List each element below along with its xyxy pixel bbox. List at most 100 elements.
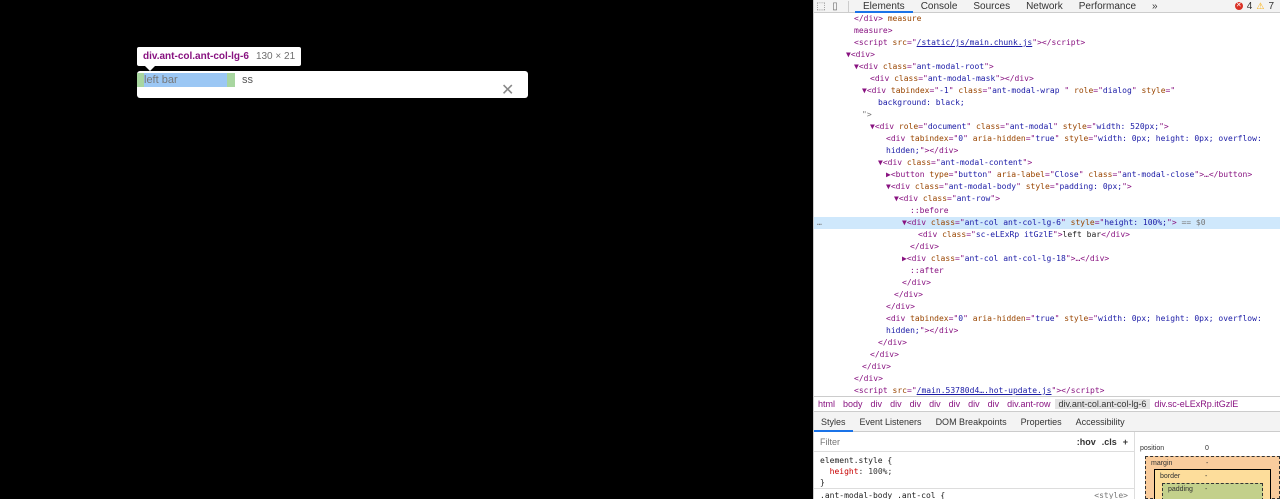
dom-node[interactable]: ::before <box>814 205 1280 217</box>
dom-node[interactable]: </div> <box>814 361 1280 373</box>
more-tabs-button[interactable]: » <box>1144 0 1166 13</box>
filter-options: :hov .cls + <box>1077 437 1128 447</box>
dom-node[interactable]: ▼<div tabindex="-1" class="ant-modal-wra… <box>814 85 1280 97</box>
tab-elements[interactable]: Elements <box>855 0 913 13</box>
dom-node-selected[interactable]: … ▼<div class="ant-col ant-col-lg-6" styl… <box>814 217 1280 229</box>
styles-filter-bar: :hov .cls + <box>814 432 1134 452</box>
tooltip-size: 130 × 21 <box>255 51 296 62</box>
dom-node[interactable]: <script src="/main.53780d4….hot-update.j… <box>814 385 1280 396</box>
inspect-element-icon[interactable]: ⬚ <box>814 0 828 13</box>
tab-styles[interactable]: Styles <box>814 412 853 432</box>
dom-node[interactable]: ▼<div> <box>814 49 1280 61</box>
hov-toggle[interactable]: :hov <box>1077 437 1096 447</box>
dom-node[interactable]: </div> <box>814 337 1280 349</box>
breadcrumb: html body div div div div div div div div.ant-row… <box>814 396 1280 412</box>
warning-count: 7 <box>1268 0 1274 12</box>
tab-properties[interactable]: Properties <box>1014 412 1069 432</box>
add-rule-button[interactable]: + <box>1123 437 1128 447</box>
tab-network[interactable]: Network <box>1018 0 1071 13</box>
dom-node[interactable]: ▼<div role="document" class="ant-modal" … <box>814 121 1280 133</box>
element-style-rule: element.style { height: 100%; } <box>814 452 1134 488</box>
node-menu-icon[interactable]: … <box>817 217 822 229</box>
breadcrumb-item[interactable]: div.ant-col.ant-col-lg-6 <box>1054 399 1151 409</box>
dom-node[interactable]: measure> <box>814 25 1280 37</box>
dom-node[interactable]: </div> <box>814 277 1280 289</box>
dom-node[interactable]: "> <box>814 109 1280 121</box>
styles-pane: :hov .cls + element.style { height: 100%… <box>814 432 1134 499</box>
dom-node[interactable]: ▶<div class="ant-col ant-col-lg-18">…</d… <box>814 253 1280 265</box>
border-label: border <box>1160 473 1181 480</box>
close-icon[interactable]: ✕ <box>501 83 514 99</box>
issue-badges[interactable]: ✕ 4 ⚠ 7 <box>1234 0 1280 12</box>
highlight-padding-left <box>137 73 144 87</box>
breadcrumb-item[interactable]: body <box>839 399 867 409</box>
styles-filter-input[interactable] <box>820 436 1040 447</box>
element-style-close: } <box>820 478 825 487</box>
dom-node[interactable]: ▶<button type="button" aria-label="Close… <box>814 169 1280 181</box>
dom-node[interactable]: <div class="sc-eLExRp itGzlE">left bar</… <box>814 229 1280 241</box>
dom-node[interactable]: </div> measure <box>814 13 1280 25</box>
dom-node[interactable]: <div tabindex="0" aria-hidden="true" sty… <box>814 133 1280 145</box>
page-viewport: div.ant-col.ant-col-lg-6 130 × 21 left b… <box>0 0 813 499</box>
margin-box: margin - border - padding - <box>1145 456 1280 499</box>
right-col-text: ss <box>242 74 253 86</box>
dom-node[interactable]: </div> <box>814 349 1280 361</box>
breadcrumb-item[interactable]: div <box>886 399 906 409</box>
dom-node[interactable]: </div> <box>814 289 1280 301</box>
dom-node[interactable]: <script src="/static/js/main.chunk.js"><… <box>814 37 1280 49</box>
dom-node[interactable]: ▼<div class="ant-row"> <box>814 193 1280 205</box>
margin-value[interactable]: - <box>1206 460 1208 467</box>
tab-accessibility[interactable]: Accessibility <box>1069 412 1132 432</box>
breadcrumb-item[interactable]: div <box>906 399 926 409</box>
cls-toggle[interactable]: .cls <box>1102 437 1117 447</box>
tooltip-selector: div.ant-col.ant-col-lg-6 <box>143 51 249 62</box>
error-icon: ✕ <box>1234 2 1243 10</box>
tab-console[interactable]: Console <box>913 0 966 13</box>
padding-value[interactable]: - <box>1205 486 1207 493</box>
css-rule-source[interactable]: <style> <box>1094 491 1128 499</box>
element-style-value[interactable]: 100%; <box>868 467 892 476</box>
padding-label: padding <box>1168 486 1193 493</box>
error-count: 4 <box>1246 0 1253 12</box>
dom-node[interactable]: ▼<div class="ant-modal-content"> <box>814 157 1280 169</box>
tab-performance[interactable]: Performance <box>1071 0 1144 13</box>
devtools-panel: ⬚ ▯ Elements Console Sources Network Per… <box>813 0 1280 499</box>
box-model: position 0 margin - border - padding - <box>1134 432 1280 499</box>
dom-tree[interactable]: </div> measure measure> <script src="/stat… <box>814 13 1280 396</box>
padding-box: padding - <box>1162 483 1263 499</box>
breadcrumb-item[interactable]: div <box>867 399 887 409</box>
border-box: border - padding - <box>1154 469 1271 499</box>
dom-node[interactable]: hidden;"></div> <box>814 325 1280 337</box>
breadcrumb-item[interactable]: div <box>945 399 965 409</box>
dom-node[interactable]: ▼<div class="ant-modal-body" style="padd… <box>814 181 1280 193</box>
element-style-declaration[interactable]: height: 100%; <box>820 466 1128 477</box>
tab-dom-breakpoints[interactable]: DOM Breakpoints <box>929 412 1014 432</box>
device-toggle-icon[interactable]: ▯ <box>828 0 842 13</box>
devtools-toolbar: ⬚ ▯ Elements Console Sources Network Per… <box>814 0 1280 13</box>
element-style-selector: element.style { <box>820 456 893 465</box>
dom-node[interactable]: </div> <box>814 301 1280 313</box>
css-rule: .ant-modal-body .ant-col { <style> <box>814 488 1134 499</box>
highlight-padding-right <box>227 73 235 87</box>
breadcrumb-item[interactable]: div <box>964 399 984 409</box>
dom-node[interactable]: </div> <box>814 373 1280 385</box>
breadcrumb-item[interactable]: div.ant-row <box>1003 399 1054 409</box>
dom-node[interactable]: background: black; <box>814 97 1280 109</box>
dom-node[interactable]: ::after <box>814 265 1280 277</box>
dom-node[interactable]: </div> <box>814 241 1280 253</box>
dom-node[interactable]: <div class="ant-modal-mask"></div> <box>814 73 1280 85</box>
position-label: position <box>1140 445 1165 452</box>
breadcrumb-item[interactable]: div.sc-eLExRp.itGzlE <box>1150 399 1242 409</box>
border-value[interactable]: - <box>1205 473 1207 480</box>
sidebar-tabs: Styles Event Listeners DOM Breakpoints P… <box>814 412 1280 432</box>
breadcrumb-item[interactable]: div <box>984 399 1004 409</box>
breadcrumb-item[interactable]: div <box>925 399 945 409</box>
tab-sources[interactable]: Sources <box>965 0 1018 13</box>
element-style-prop[interactable]: height <box>830 467 859 476</box>
position-value[interactable]: 0 <box>1205 445 1209 452</box>
dom-node[interactable]: <div tabindex="0" aria-hidden="true" sty… <box>814 313 1280 325</box>
dom-node[interactable]: ▼<div class="ant-modal-root"> <box>814 61 1280 73</box>
dom-node[interactable]: hidden;"></div> <box>814 145 1280 157</box>
breadcrumb-item[interactable]: html <box>814 399 839 409</box>
tab-event-listeners[interactable]: Event Listeners <box>853 412 929 432</box>
